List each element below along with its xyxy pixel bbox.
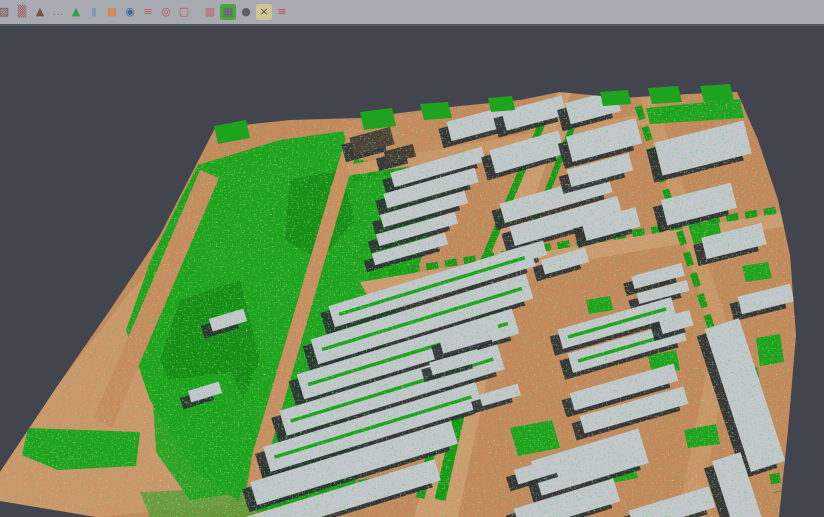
tree-row-top bbox=[420, 102, 452, 120]
main-toolbar: ▨▒▲…▲▮■◉≡◎▢▩▦●×≡ bbox=[0, 0, 824, 24]
tree-row-top bbox=[600, 90, 631, 106]
classification-map-icon[interactable]: ▦ bbox=[220, 4, 236, 20]
layer-list-icon[interactable]: ≡ bbox=[140, 4, 156, 20]
point-cluster-icon[interactable]: ▒ bbox=[14, 4, 30, 20]
checker-grid-icon[interactable]: ▩ bbox=[202, 4, 218, 20]
terrain-mountain-icon[interactable]: ▲ bbox=[32, 4, 48, 20]
tree-row-top bbox=[648, 86, 682, 104]
tree-row-top bbox=[700, 84, 734, 102]
3d-viewport[interactable] bbox=[0, 26, 824, 517]
dem-hill-icon[interactable]: ▲ bbox=[68, 4, 84, 20]
delete-cross-icon[interactable]: × bbox=[256, 4, 272, 20]
column-profile-icon[interactable]: ▮ bbox=[86, 4, 102, 20]
tree-row-top bbox=[488, 96, 515, 112]
selection-frame-icon[interactable]: ▢ bbox=[176, 4, 192, 20]
target-ring-icon[interactable]: ◎ bbox=[158, 4, 174, 20]
sphere-icon[interactable]: ● bbox=[238, 4, 254, 20]
application-window: ▨▒▲…▲▮■◉≡◎▢▩▦●×≡ bbox=[0, 0, 824, 517]
point-cloud-scene bbox=[0, 26, 824, 517]
ortho-tile-icon[interactable]: ■ bbox=[104, 4, 120, 20]
red-bars-icon[interactable]: ≡ bbox=[274, 4, 290, 20]
globe-icon[interactable]: ◉ bbox=[122, 4, 138, 20]
clip-rectangle-icon[interactable]: ▨ bbox=[0, 4, 12, 20]
point-dots-icon[interactable]: … bbox=[50, 4, 66, 20]
